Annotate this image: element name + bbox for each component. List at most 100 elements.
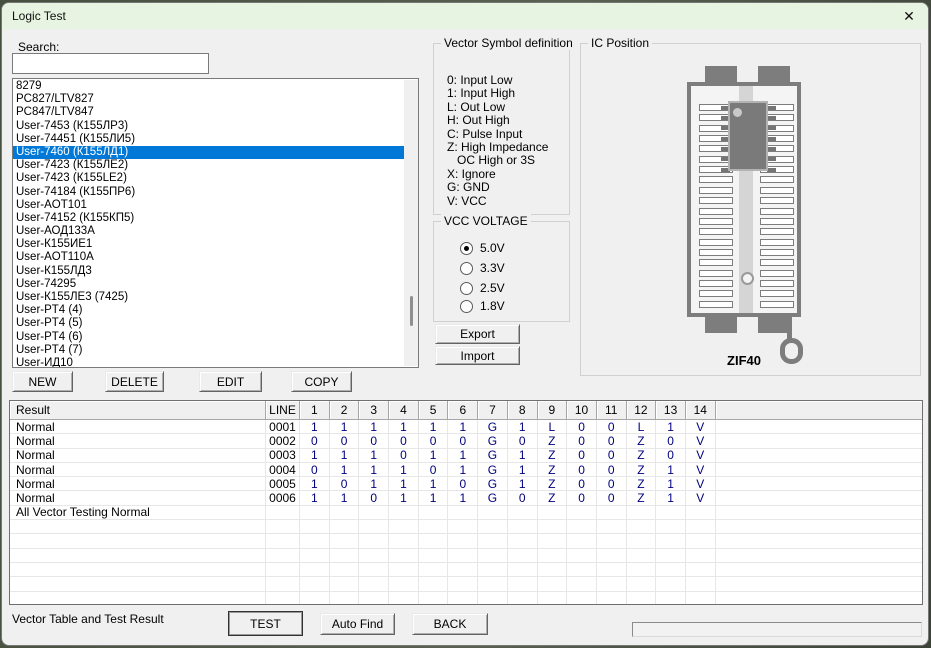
list-item[interactable]: User-74184 (К155ПР6) [13, 186, 404, 199]
vector-cell [686, 549, 716, 562]
list-item[interactable]: User-АОД133А [13, 225, 404, 238]
result-cell [10, 577, 266, 590]
table-header-row: ResultLINE1234567891011121314 [10, 401, 922, 420]
list-item[interactable]: User-PT4 (4) [13, 304, 404, 317]
vector-cell [567, 563, 597, 576]
socket-tab [758, 314, 790, 333]
list-item[interactable]: User-7423 (К155LE2) [13, 172, 404, 185]
list-item[interactable]: User-74295 [13, 278, 404, 291]
table-row-empty[interactable] [10, 592, 922, 605]
radio-button[interactable] [460, 262, 473, 275]
close-icon[interactable]: ✕ [898, 6, 920, 26]
vector-cell: 1 [389, 420, 419, 433]
vector-symbol-line: 0: Input Low [447, 74, 548, 87]
pin-slot [699, 197, 733, 204]
vcc-option[interactable]: 1.8V [460, 299, 505, 313]
list-item[interactable]: PC847/LTV847 [13, 106, 404, 119]
vector-cell [538, 520, 568, 533]
vector-cell [419, 506, 449, 519]
vector-symbol-line: H: Out High [447, 114, 548, 127]
table-row[interactable]: Normal0006110111G0Z00Z1V [10, 491, 922, 505]
vector-cell [567, 506, 597, 519]
list-item[interactable]: User-PT4 (7) [13, 344, 404, 357]
list-item[interactable]: User-74152 (К155КП5) [13, 212, 404, 225]
titlebar[interactable]: Logic Test ✕ [2, 3, 928, 29]
vector-cell [478, 506, 508, 519]
table-row[interactable]: Normal0005101110G1Z00Z1V [10, 477, 922, 491]
vector-cell: 0 [508, 491, 538, 504]
list-item[interactable]: PC827/LTV827 [13, 93, 404, 106]
vector-cell [656, 549, 686, 562]
table-row[interactable]: Normal0003111011G1Z00Z0V [10, 449, 922, 463]
vector-cell [656, 563, 686, 576]
new-button[interactable]: NEW [12, 371, 73, 392]
table-row-empty[interactable] [10, 549, 922, 563]
list-item[interactable]: User-AOT101 [13, 199, 404, 212]
list-item[interactable]: User-7423 (К155ЛЕ2) [13, 159, 404, 172]
table-row-empty[interactable] [10, 520, 922, 534]
list-item[interactable]: User-К155ЛД3 [13, 265, 404, 278]
vector-symbol-line: OC High or 3S [447, 154, 548, 167]
vcc-option[interactable]: 5.0V [460, 241, 505, 255]
radio-button[interactable] [460, 282, 473, 295]
vector-cell [508, 520, 538, 533]
list-item[interactable]: User-74451 (К155ЛИ5) [13, 133, 404, 146]
column-header: 12 [627, 401, 657, 420]
list-scrollbar[interactable] [404, 80, 418, 366]
list-item[interactable]: User-7460 (К155ЛД1) [13, 146, 404, 159]
list-item[interactable]: User-AOT110A [13, 251, 404, 264]
line-cell: 0004 [266, 463, 300, 476]
scrollbar-thumb[interactable] [410, 296, 413, 326]
list-item[interactable]: User-К155ИЕ1 [13, 238, 404, 251]
vector-cell: 0 [419, 434, 449, 447]
delete-button[interactable]: DELETE [105, 371, 164, 392]
edit-button[interactable]: EDIT [199, 371, 262, 392]
pin-slot [699, 290, 733, 297]
table-summary-row[interactable]: All Vector Testing Normal [10, 506, 922, 520]
vector-cell [627, 549, 657, 562]
list-item[interactable]: User-PT4 (6) [13, 331, 404, 344]
auto-find-button[interactable]: Auto Find [320, 613, 395, 635]
result-cell: Normal [10, 434, 266, 447]
desktop-background: Logic Test ✕ Search: 8279PC827/LTV827PC8… [0, 0, 931, 648]
table-row-empty[interactable] [10, 577, 922, 591]
vector-cell: 0 [597, 491, 627, 504]
list-item[interactable]: User-ИД10 [13, 357, 404, 368]
list-item[interactable]: 8279 [13, 80, 404, 93]
vector-cell [330, 520, 360, 533]
filler-cell [716, 534, 922, 547]
ic-position-group: IC Position ZIF40 [580, 43, 921, 376]
vector-cell [627, 506, 657, 519]
test-button[interactable]: TEST [228, 611, 303, 636]
copy-button[interactable]: COPY [291, 371, 352, 392]
table-row[interactable]: Normal0002000000G0Z00Z0V [10, 434, 922, 448]
export-button[interactable]: Export [435, 324, 520, 344]
vector-symbol-line: G: GND [447, 181, 548, 194]
result-table[interactable]: ResultLINE1234567891011121314Normal00011… [9, 400, 923, 605]
vcc-option[interactable]: 3.3V [460, 261, 505, 275]
vector-cell [567, 577, 597, 590]
list-item[interactable]: User-PT4 (5) [13, 317, 404, 330]
table-row-empty[interactable] [10, 563, 922, 577]
list-item[interactable]: User-7453 (К155ЛР3) [13, 120, 404, 133]
table-row-empty[interactable] [10, 534, 922, 548]
window-title: Logic Test [12, 9, 66, 23]
device-list[interactable]: 8279PC827/LTV827PC847/LTV847User-7453 (К… [12, 78, 419, 368]
vector-cell: 1 [359, 477, 389, 490]
search-input[interactable] [12, 53, 209, 74]
vector-cell [508, 534, 538, 547]
table-row[interactable]: Normal0004011101G1Z00Z1V [10, 463, 922, 477]
radio-button[interactable] [460, 300, 473, 313]
list-item[interactable]: User-К155ЛЕ3 (7425) [13, 291, 404, 304]
vector-cell [300, 563, 330, 576]
vector-cell: L [538, 420, 568, 433]
vector-cell [300, 592, 330, 605]
back-button[interactable]: BACK [412, 613, 488, 635]
radio-button[interactable] [460, 242, 473, 255]
vcc-option[interactable]: 2.5V [460, 281, 505, 295]
line-cell [266, 506, 300, 519]
vector-cell: Z [627, 449, 657, 462]
import-button[interactable]: Import [435, 346, 520, 365]
result-cell [10, 520, 266, 533]
table-row[interactable]: Normal0001111111G1L00L1V [10, 420, 922, 434]
